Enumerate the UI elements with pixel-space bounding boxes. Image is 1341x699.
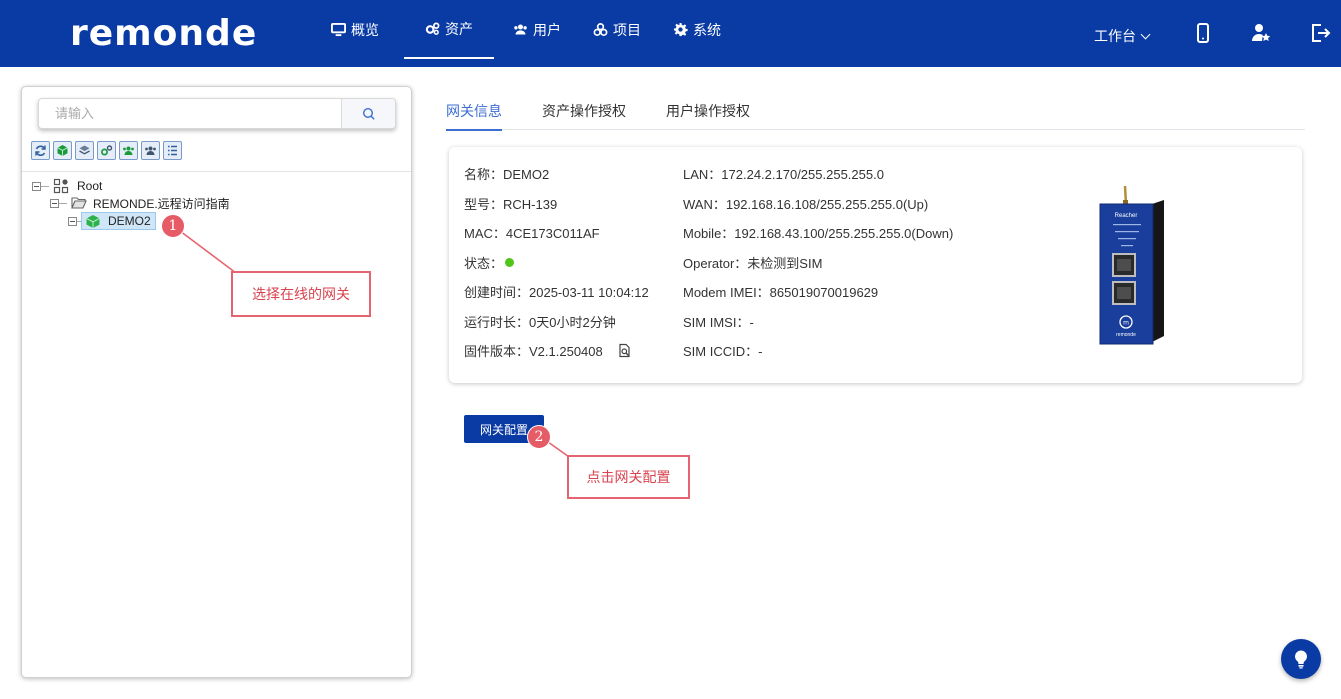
toolbar-divider — [22, 171, 411, 172]
lightbulb-icon — [1295, 650, 1307, 669]
folder-open-icon — [71, 197, 87, 209]
gears-icon — [101, 145, 113, 156]
tree-node-folder[interactable]: REMONDE.远程访问指南 — [50, 194, 230, 212]
root-grid-icon — [53, 178, 69, 194]
nav-projects[interactable]: 项目 — [580, 0, 654, 59]
tree-node-selected[interactable]: DEMO2 — [81, 212, 156, 230]
step-2-badge: 2 — [527, 425, 551, 449]
gateway-firmware: 固件版本：V2.1.250408 — [464, 341, 632, 360]
firmware-check-icon[interactable] — [617, 343, 632, 358]
asset-tree-panel: Root REMONDE.远程访问指南 DEMO2 — [21, 86, 412, 678]
user-group-button[interactable] — [119, 141, 138, 160]
cubes-icon — [593, 23, 608, 36]
help-button[interactable] — [1281, 639, 1321, 679]
gears-icon — [425, 22, 440, 35]
gateway-iccid: SIM ICCID：- — [683, 344, 763, 359]
device-brand-text: remonde — [1116, 332, 1136, 338]
collapse-toggle[interactable] — [32, 181, 41, 191]
remonde-logo[interactable]: remonde — [70, 12, 257, 56]
refresh-icon — [35, 145, 46, 156]
gateway-lan: LAN：172.24.2.170/255.255.255.0 — [683, 167, 884, 182]
tree-node-root[interactable]: Root — [32, 177, 102, 195]
tree-node-label: DEMO2 — [108, 214, 151, 228]
tab-asset-permissions[interactable]: 资产操作授权 — [542, 101, 626, 129]
search-input[interactable] — [39, 99, 341, 128]
status-label: 状态： — [464, 256, 504, 271]
workbench-label: 工作台 — [1094, 28, 1136, 44]
svg-text:m: m — [1123, 319, 1129, 326]
gateway-status: 状态： — [464, 253, 515, 272]
nav-label: 系统 — [693, 21, 721, 38]
gateway-name: 名称：DEMO2 — [464, 167, 550, 182]
search-button[interactable] — [341, 99, 395, 128]
asset-settings-button[interactable] — [97, 141, 116, 160]
tree-connector — [59, 202, 67, 204]
tree-node-label: REMONDE.远程访问指南 — [93, 196, 230, 211]
nav-users[interactable]: 用户 — [500, 0, 574, 59]
step-2-callout: 点击网关配置 — [567, 455, 690, 499]
firmware-version: 固件版本：V2.1.250408 — [464, 344, 603, 359]
tree-node-gateway[interactable]: DEMO2 — [68, 212, 156, 230]
status-online-dot — [505, 258, 515, 267]
users-icon — [514, 24, 527, 35]
logout-icon[interactable] — [1309, 22, 1331, 44]
gateway-online-icon — [86, 214, 100, 228]
step-1-badge: 1 — [161, 214, 185, 238]
monitor-icon — [331, 22, 346, 37]
workbench-dropdown[interactable]: 工作台 — [1094, 26, 1151, 46]
users-button[interactable] — [141, 141, 160, 160]
gateway-cube-icon — [57, 145, 68, 156]
gateway-wan: WAN：192.168.16.108/255.255.255.0(Up) — [683, 197, 929, 212]
tab-gateway-info[interactable]: 网关信息 — [446, 101, 502, 131]
nav-overview[interactable]: 概览 — [318, 0, 392, 59]
gateway-operator: Operator：未检测到SIM — [683, 256, 823, 271]
tree-connector — [41, 185, 49, 187]
nav-assets[interactable]: 资产 — [404, 0, 494, 59]
gateway-imsi: SIM IMSI：- — [683, 315, 754, 330]
gateway-mac: MAC：4CE173C011AF — [464, 226, 600, 241]
list-view-button[interactable] — [163, 141, 182, 160]
gateway-uptime: 运行时长：0天0小时2分钟 — [464, 315, 616, 330]
step-1-callout: 选择在线的网关 — [231, 271, 371, 317]
gateway-created-time: 创建时间：2025-03-11 10:04:12 — [464, 285, 649, 300]
search-icon — [362, 107, 375, 120]
list-icon — [168, 145, 177, 156]
gateway-mobile: Mobile：192.168.43.100/255.255.255.0(Down… — [683, 226, 954, 241]
chevron-down-icon — [1140, 29, 1151, 39]
user-star-icon[interactable] — [1250, 22, 1272, 44]
gear-icon — [673, 22, 688, 37]
nav-label: 项目 — [613, 21, 641, 38]
users-icon — [145, 146, 156, 155]
main-nav: 概览 资产 用户 项目 系统 — [318, 0, 740, 67]
tree-toolbar — [31, 141, 185, 160]
gateway-device-image: Reacher m remonde — [1099, 186, 1164, 345]
users-icon — [123, 146, 134, 155]
gateway-imei: Modem IMEI：865019070019629 — [683, 285, 879, 300]
top-navigation-bar: remonde 概览 资产 用户 项目 系统 工作台 — [0, 0, 1341, 67]
mobile-icon[interactable] — [1192, 22, 1214, 44]
detail-tabs: 网关信息 资产操作授权 用户操作授权 — [446, 94, 1305, 131]
collapse-toggle[interactable] — [50, 198, 59, 208]
device-model-text: Reacher — [1115, 213, 1138, 219]
gateway-model: 型号：RCH-139 — [464, 197, 558, 212]
tree-node-label: Root — [77, 179, 103, 193]
tab-user-permissions[interactable]: 用户操作授权 — [666, 101, 750, 129]
refresh-button[interactable] — [31, 141, 50, 160]
add-group-button[interactable] — [75, 141, 94, 160]
layers-icon — [79, 145, 90, 155]
nav-label: 用户 — [533, 21, 561, 38]
nav-label: 概览 — [351, 21, 379, 38]
nav-label: 资产 — [445, 20, 473, 37]
nav-system[interactable]: 系统 — [660, 0, 734, 59]
collapse-toggle[interactable] — [68, 216, 77, 226]
tree-search — [38, 98, 396, 129]
add-gateway-button[interactable] — [53, 141, 72, 160]
